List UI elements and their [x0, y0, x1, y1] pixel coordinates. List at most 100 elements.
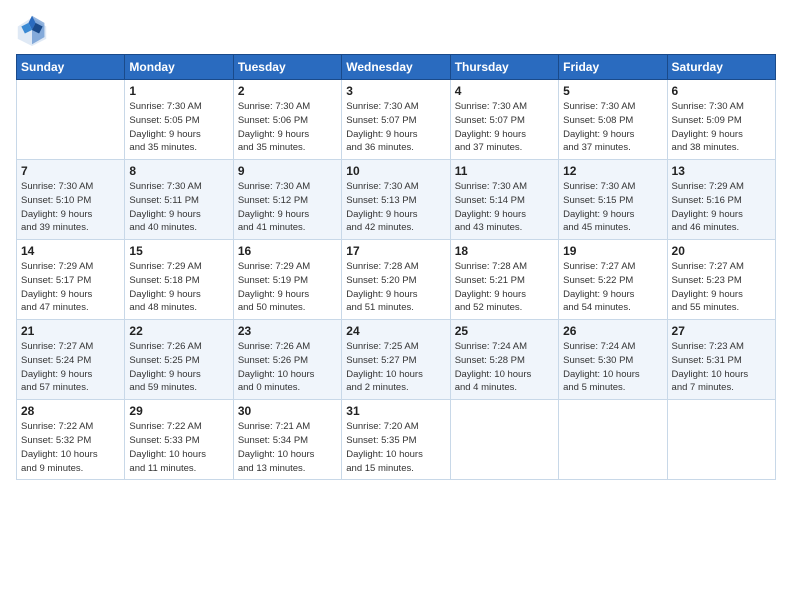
day-number: 16: [238, 244, 337, 258]
day-number: 14: [21, 244, 120, 258]
day-info: Sunrise: 7:30 AM Sunset: 5:05 PM Dayligh…: [129, 100, 228, 155]
calendar-cell: 12Sunrise: 7:30 AM Sunset: 5:15 PM Dayli…: [559, 160, 667, 240]
calendar-cell: 2 Sunrise: 7:30 AM Sunset: 5:06 PM Daylig…: [233, 80, 341, 160]
day-number: 1: [129, 84, 228, 98]
calendar-cell: 31 Sunrise: 7:20 AM Sunset: 5:35 PM Dayli…: [342, 400, 450, 480]
header-day-saturday: Saturday: [667, 55, 775, 80]
header-day-tuesday: Tuesday: [233, 55, 341, 80]
day-number: 26: [563, 324, 662, 338]
day-number: 28: [21, 404, 120, 418]
day-info: Sunrise: 7:26 AM Sunset: 5:25 PM Dayligh…: [129, 340, 228, 395]
day-info: Sunrise: 7:30 AM Sunset: 5:09 PM Dayligh…: [672, 100, 771, 155]
calendar-cell: 20Sunrise: 7:27 AM Sunset: 5:23 PM Dayli…: [667, 240, 775, 320]
day-info: Sunrise: 7:21 AM Sunset: 5:34 PM Dayligh…: [238, 420, 337, 475]
calendar-cell: 19Sunrise: 7:27 AM Sunset: 5:22 PM Dayli…: [559, 240, 667, 320]
header-day-friday: Friday: [559, 55, 667, 80]
calendar-cell: 3 Sunrise: 7:30 AM Sunset: 5:07 PM Daylig…: [342, 80, 450, 160]
calendar-cell: 26 Sunrise: 7:24 AM Sunset: 5:30 PM Dayli…: [559, 320, 667, 400]
day-number: 31: [346, 404, 445, 418]
day-number: 17: [346, 244, 445, 258]
header-day-sunday: Sunday: [17, 55, 125, 80]
day-info: Sunrise: 7:24 AM Sunset: 5:30 PM Dayligh…: [563, 340, 662, 395]
day-info: Sunrise: 7:22 AM Sunset: 5:33 PM Dayligh…: [129, 420, 228, 475]
day-info: Sunrise: 7:27 AM Sunset: 5:24 PM Dayligh…: [21, 340, 120, 395]
calendar-cell: 1 Sunrise: 7:30 AM Sunset: 5:05 PM Daylig…: [125, 80, 233, 160]
day-number: 23: [238, 324, 337, 338]
week-row-5: 28 Sunrise: 7:22 AM Sunset: 5:32 PM Dayli…: [17, 400, 776, 480]
calendar-cell: 11 Sunrise: 7:30 AM Sunset: 5:14 PM Dayli…: [450, 160, 558, 240]
day-info: Sunrise: 7:27 AM Sunset: 5:23 PM Dayligh…: [672, 260, 771, 315]
day-info: Sunrise: 7:30 AM Sunset: 5:06 PM Dayligh…: [238, 100, 337, 155]
logo-icon: [16, 14, 48, 46]
day-number: 24: [346, 324, 445, 338]
calendar-cell: 9 Sunrise: 7:30 AM Sunset: 5:12 PM Daylig…: [233, 160, 341, 240]
calendar-cell: 7 Sunrise: 7:30 AM Sunset: 5:10 PM Daylig…: [17, 160, 125, 240]
week-row-1: 1 Sunrise: 7:30 AM Sunset: 5:05 PM Daylig…: [17, 80, 776, 160]
calendar-cell: 13 Sunrise: 7:29 AM Sunset: 5:16 PM Dayli…: [667, 160, 775, 240]
day-info: Sunrise: 7:30 AM Sunset: 5:12 PM Dayligh…: [238, 180, 337, 235]
calendar-cell: 18Sunrise: 7:28 AM Sunset: 5:21 PM Dayli…: [450, 240, 558, 320]
calendar-cell: 17 Sunrise: 7:28 AM Sunset: 5:20 PM Dayli…: [342, 240, 450, 320]
day-number: 8: [129, 164, 228, 178]
day-info: Sunrise: 7:22 AM Sunset: 5:32 PM Dayligh…: [21, 420, 120, 475]
day-info: Sunrise: 7:30 AM Sunset: 5:08 PM Dayligh…: [563, 100, 662, 155]
day-info: Sunrise: 7:20 AM Sunset: 5:35 PM Dayligh…: [346, 420, 445, 475]
calendar-cell: 25 Sunrise: 7:24 AM Sunset: 5:28 PM Dayli…: [450, 320, 558, 400]
day-number: 22: [129, 324, 228, 338]
calendar-cell: 23 Sunrise: 7:26 AM Sunset: 5:26 PM Dayli…: [233, 320, 341, 400]
calendar-cell: 14 Sunrise: 7:29 AM Sunset: 5:17 PM Dayli…: [17, 240, 125, 320]
calendar-cell: 29 Sunrise: 7:22 AM Sunset: 5:33 PM Dayli…: [125, 400, 233, 480]
calendar-cell: [667, 400, 775, 480]
day-number: 27: [672, 324, 771, 338]
calendar-cell: 6 Sunrise: 7:30 AM Sunset: 5:09 PM Daylig…: [667, 80, 775, 160]
day-info: Sunrise: 7:29 AM Sunset: 5:18 PM Dayligh…: [129, 260, 228, 315]
header-day-wednesday: Wednesday: [342, 55, 450, 80]
day-info: Sunrise: 7:30 AM Sunset: 5:11 PM Dayligh…: [129, 180, 228, 235]
calendar-cell: 27 Sunrise: 7:23 AM Sunset: 5:31 PM Dayli…: [667, 320, 775, 400]
calendar-cell: [450, 400, 558, 480]
week-row-4: 21 Sunrise: 7:27 AM Sunset: 5:24 PM Dayli…: [17, 320, 776, 400]
day-info: Sunrise: 7:24 AM Sunset: 5:28 PM Dayligh…: [455, 340, 554, 395]
calendar-cell: 28 Sunrise: 7:22 AM Sunset: 5:32 PM Dayli…: [17, 400, 125, 480]
day-number: 3: [346, 84, 445, 98]
calendar-cell: 22 Sunrise: 7:26 AM Sunset: 5:25 PM Dayli…: [125, 320, 233, 400]
day-number: 15: [129, 244, 228, 258]
day-info: Sunrise: 7:30 AM Sunset: 5:13 PM Dayligh…: [346, 180, 445, 235]
header-day-monday: Monday: [125, 55, 233, 80]
day-number: 10: [346, 164, 445, 178]
day-info: Sunrise: 7:28 AM Sunset: 5:20 PM Dayligh…: [346, 260, 445, 315]
calendar-cell: [17, 80, 125, 160]
header: [16, 10, 776, 46]
day-info: Sunrise: 7:23 AM Sunset: 5:31 PM Dayligh…: [672, 340, 771, 395]
day-number: 19: [563, 244, 662, 258]
day-number: 13: [672, 164, 771, 178]
day-number: 7: [21, 164, 120, 178]
calendar-cell: 16Sunrise: 7:29 AM Sunset: 5:19 PM Dayli…: [233, 240, 341, 320]
day-info: Sunrise: 7:26 AM Sunset: 5:26 PM Dayligh…: [238, 340, 337, 395]
day-number: 18: [455, 244, 554, 258]
day-info: Sunrise: 7:30 AM Sunset: 5:14 PM Dayligh…: [455, 180, 554, 235]
day-number: 6: [672, 84, 771, 98]
day-info: Sunrise: 7:30 AM Sunset: 5:07 PM Dayligh…: [455, 100, 554, 155]
day-number: 21: [21, 324, 120, 338]
day-number: 4: [455, 84, 554, 98]
week-row-2: 7 Sunrise: 7:30 AM Sunset: 5:10 PM Daylig…: [17, 160, 776, 240]
header-row: SundayMondayTuesdayWednesdayThursdayFrid…: [17, 55, 776, 80]
day-number: 12: [563, 164, 662, 178]
day-number: 2: [238, 84, 337, 98]
day-number: 25: [455, 324, 554, 338]
day-number: 30: [238, 404, 337, 418]
page: SundayMondayTuesdayWednesdayThursdayFrid…: [0, 0, 792, 612]
day-info: Sunrise: 7:30 AM Sunset: 5:07 PM Dayligh…: [346, 100, 445, 155]
day-info: Sunrise: 7:29 AM Sunset: 5:16 PM Dayligh…: [672, 180, 771, 235]
day-info: Sunrise: 7:29 AM Sunset: 5:17 PM Dayligh…: [21, 260, 120, 315]
day-number: 9: [238, 164, 337, 178]
day-number: 5: [563, 84, 662, 98]
calendar-cell: [559, 400, 667, 480]
day-number: 29: [129, 404, 228, 418]
logo: [16, 14, 52, 46]
day-info: Sunrise: 7:25 AM Sunset: 5:27 PM Dayligh…: [346, 340, 445, 395]
calendar-cell: 4 Sunrise: 7:30 AM Sunset: 5:07 PM Daylig…: [450, 80, 558, 160]
day-number: 11: [455, 164, 554, 178]
day-info: Sunrise: 7:30 AM Sunset: 5:10 PM Dayligh…: [21, 180, 120, 235]
